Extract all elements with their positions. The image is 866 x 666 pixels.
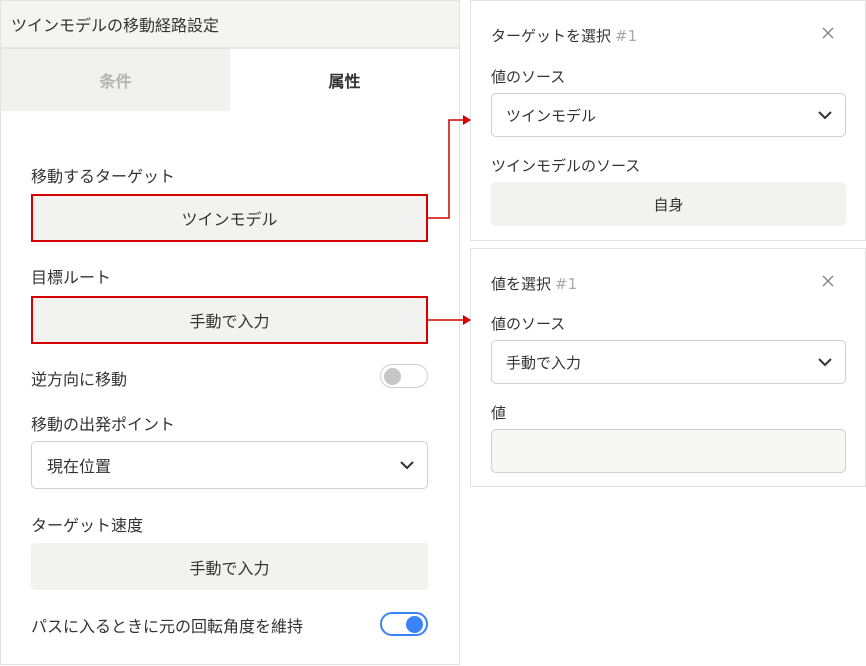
- arrow-head-icon: [463, 115, 471, 125]
- target-connector-line: [428, 119, 463, 219]
- connector-arrows: [428, 115, 471, 325]
- arrow-head-icon: [463, 315, 471, 325]
